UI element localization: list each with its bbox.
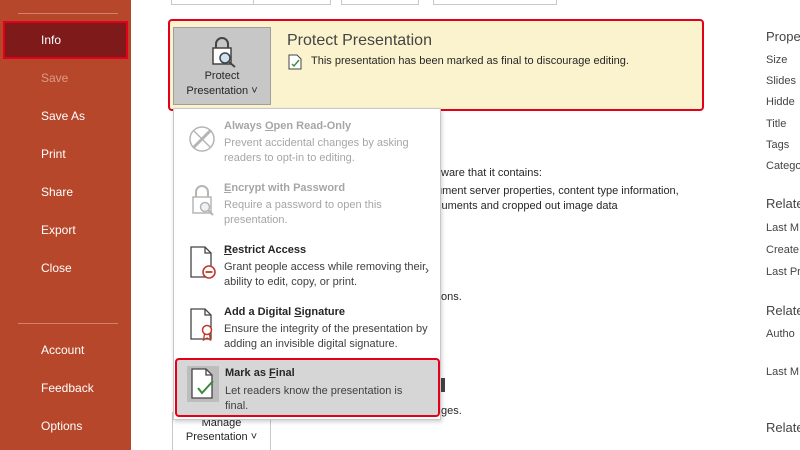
- sidebar-item-save[interactable]: Save: [0, 59, 131, 97]
- document-check-icon: [288, 54, 302, 70]
- menu-item-title: Always Open Read-Only: [224, 120, 352, 132]
- sidebar-item-info[interactable]: Info: [3, 21, 128, 59]
- sidebar-item-account[interactable]: Account: [0, 331, 131, 369]
- property-categories[interactable]: Catego: [766, 160, 800, 172]
- menu-item-title: Restrict Access: [224, 244, 307, 256]
- lock-disabled-icon: [192, 185, 214, 216]
- protect-button-label: Presentation ˅: [186, 85, 258, 97]
- property-title[interactable]: Title: [766, 118, 786, 130]
- sidebar-divider-top: [18, 13, 118, 14]
- property-size: Size: [766, 54, 788, 66]
- lock-search-icon: [212, 37, 236, 68]
- related-documents-heading: Relate: [766, 420, 800, 435]
- pencil-disabled-icon: [189, 126, 215, 152]
- document-check-icon: [187, 366, 219, 402]
- document-ribbon-icon: [190, 308, 213, 342]
- inspect-text: ware that it contains:: [441, 167, 542, 179]
- property-slides: Slides: [766, 75, 796, 87]
- properties-heading: Prope: [766, 29, 800, 44]
- toolbar-button-stub[interactable]: [341, 0, 419, 5]
- related-people-heading: Relate: [766, 303, 800, 318]
- inspect-text: ons.: [441, 291, 462, 303]
- property-author: Autho: [766, 328, 795, 340]
- protect-presentation-status: This presentation has been marked as fin…: [311, 55, 629, 67]
- inspect-text: cuments and cropped out image data: [436, 200, 618, 212]
- sidebar-item-print[interactable]: Print: [0, 135, 131, 173]
- property-last-modified-by: Last M: [766, 366, 800, 378]
- protect-presentation-title: Protect Presentation: [287, 32, 432, 49]
- sidebar-item-export[interactable]: Export: [0, 211, 131, 249]
- menu-item-description: Grant people access while removing their…: [224, 261, 426, 288]
- menu-item-mark-as-final[interactable]: Mark as Final Let readers know the prese…: [175, 358, 440, 417]
- menu-item-description: Ensure the integrity of the presentation…: [224, 323, 428, 350]
- protect-button-label: Protect: [204, 70, 240, 82]
- manage-button-label: Presentation ˅: [185, 431, 258, 443]
- toolbar-button-stub[interactable]: [253, 0, 331, 5]
- property-created: Create: [766, 244, 800, 256]
- sidebar-item-share[interactable]: Share: [0, 173, 131, 211]
- toolbar-button-stub[interactable]: [433, 0, 557, 5]
- menu-item-title: Mark as Final: [225, 367, 295, 379]
- property-last-modified: Last M: [766, 222, 800, 234]
- menu-item-add-digital-signature[interactable]: Add a Digital Signature Ensure the integ…: [174, 303, 440, 361]
- backstage-sidebar: Info Save Save As Print Share Export Clo…: [0, 0, 131, 450]
- menu-item-title: Encrypt with Password: [224, 182, 346, 194]
- related-dates-heading: Relate: [766, 196, 800, 211]
- menu-item-always-open-read-only[interactable]: Always Open Read-Only Prevent accidental…: [174, 117, 440, 175]
- sidebar-item-save-as[interactable]: Save As: [0, 97, 131, 135]
- chevron-right-icon[interactable]: ›: [425, 263, 429, 277]
- inspect-text: ges.: [441, 405, 462, 417]
- menu-item-encrypt-with-password[interactable]: Encrypt with Password Require a password…: [174, 179, 440, 237]
- menu-item-description: Require a password to open this presenta…: [224, 199, 382, 226]
- menu-item-description: Let readers know the presentation is fin…: [225, 385, 403, 412]
- property-last-printed: Last Pr: [766, 266, 800, 278]
- menu-item-description: Prevent accidental changes by asking rea…: [224, 137, 409, 164]
- menu-item-restrict-access[interactable]: Restrict Access Grant people access whil…: [174, 241, 440, 299]
- sidebar-item-close[interactable]: Close: [0, 249, 131, 287]
- sidebar-item-options[interactable]: Options: [0, 407, 131, 445]
- menu-item-title: Add a Digital Signature: [224, 306, 346, 318]
- document-restricted-icon: [190, 246, 216, 279]
- text-fragment: [441, 378, 445, 392]
- sidebar-item-feedback[interactable]: Feedback: [0, 369, 131, 407]
- sidebar-divider: [18, 323, 118, 324]
- protect-presentation-button[interactable]: Protect Presentation ˅: [173, 27, 271, 105]
- property-tags[interactable]: Tags: [766, 139, 789, 151]
- inspect-text: ument server properties, content type in…: [436, 185, 679, 197]
- property-hidden: Hidde: [766, 96, 795, 108]
